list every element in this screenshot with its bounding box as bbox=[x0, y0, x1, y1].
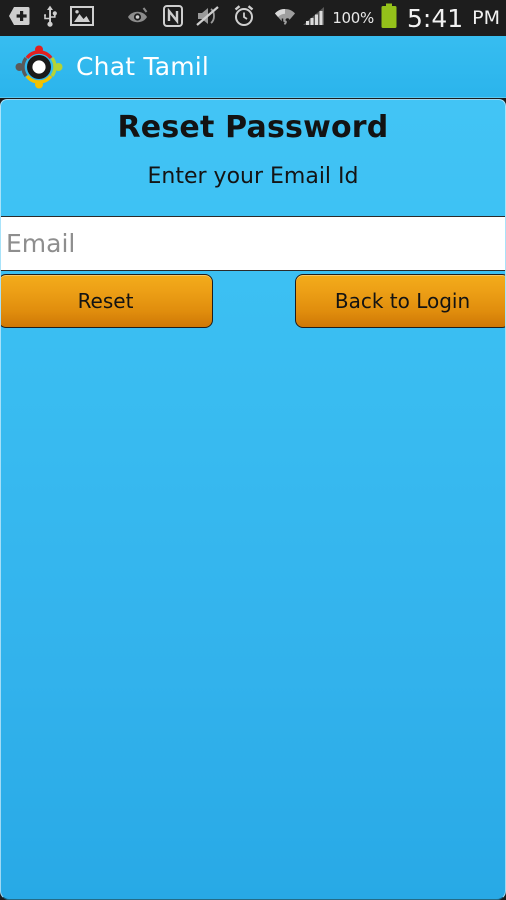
email-input[interactable] bbox=[1, 217, 505, 270]
email-field-wrapper[interactable] bbox=[1, 216, 505, 271]
alarm-clock-icon bbox=[233, 5, 255, 31]
page-title: Reset Password bbox=[117, 110, 389, 145]
page-subtitle: Enter your Email Id bbox=[147, 164, 359, 189]
clock-time-label: 5:41 bbox=[407, 3, 464, 33]
action-button-row: Reset Back to Login bbox=[1, 274, 505, 330]
add-to-home-icon bbox=[8, 6, 30, 30]
screenshot-image-icon bbox=[70, 6, 94, 30]
sound-muted-icon bbox=[196, 6, 220, 30]
nfc-icon bbox=[163, 5, 183, 31]
cellular-signal-icon bbox=[302, 6, 326, 30]
clock-ampm-label: PM bbox=[472, 6, 500, 29]
app-title: Chat Tamil bbox=[76, 52, 210, 81]
app-bar: Chat Tamil bbox=[0, 36, 506, 98]
battery-percentage-label: 100% bbox=[332, 9, 374, 27]
back-to-login-button[interactable]: Back to Login bbox=[295, 274, 505, 328]
status-bar-left-icons bbox=[8, 5, 94, 31]
battery-icon bbox=[380, 3, 398, 33]
chat-tamil-logo bbox=[14, 44, 64, 90]
usb-icon bbox=[42, 5, 58, 31]
status-bar: 100% 5:41 PM bbox=[0, 0, 506, 36]
smart-stay-eye-icon bbox=[126, 7, 150, 29]
phone-screen: 100% 5:41 PM Chat Tamil Reset Password E… bbox=[0, 0, 506, 900]
wifi-icon bbox=[274, 5, 296, 31]
status-bar-right-icons: 100% 5:41 PM bbox=[274, 3, 500, 33]
status-bar-mid-icons bbox=[126, 5, 255, 31]
reset-button[interactable]: Reset bbox=[1, 274, 213, 328]
reset-password-panel: Reset Password Enter your Email Id Reset… bbox=[0, 99, 506, 900]
